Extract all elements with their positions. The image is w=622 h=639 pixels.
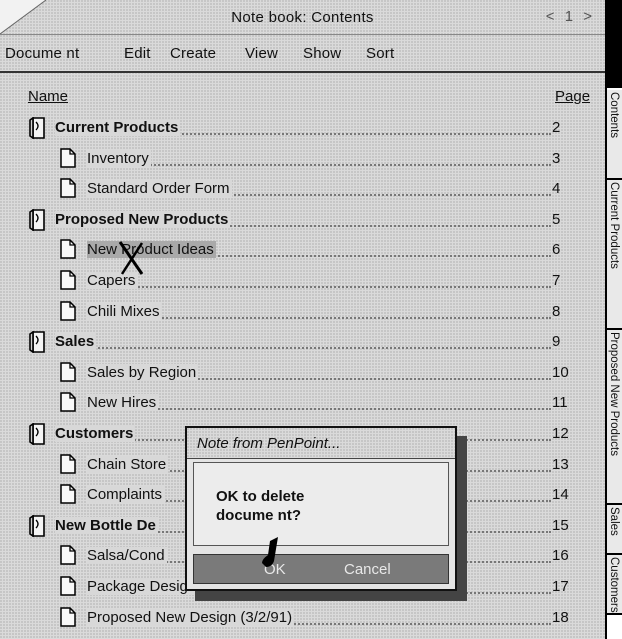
dialog-message-box: OK to delete docume nt?: [193, 462, 449, 546]
menu-create[interactable]: Create: [170, 45, 216, 62]
section-tabs: Contents Current Products Proposed New Pro…: [605, 0, 622, 639]
document-label: Chili Mixes: [87, 303, 162, 320]
pen-cursor-icon: [262, 537, 278, 567]
document-icon: [60, 454, 78, 476]
page-number: 3: [552, 150, 561, 167]
dot-leader: [87, 164, 551, 166]
menu-edit[interactable]: Edit: [124, 45, 151, 62]
document-icon: [60, 607, 78, 629]
title-bar[interactable]: Note book: Contents < 1 >: [0, 0, 605, 35]
document-row[interactable]: Capers 7: [0, 266, 605, 296]
notebook-section-icon: [28, 514, 46, 538]
page-number: 18: [552, 609, 569, 626]
section-tab-label: Proposed New Products: [608, 332, 620, 457]
page-number: 10: [552, 364, 569, 381]
page-number: 14: [552, 486, 569, 503]
document-row[interactable]: New Hires 11: [0, 388, 605, 418]
document-icon: [60, 270, 78, 292]
dialog-message: OK to delete docume nt?: [216, 488, 305, 524]
section-row[interactable]: Current Products 2: [0, 113, 605, 143]
note-dialog: Note from PenPoint... OK to delete docum…: [185, 426, 457, 591]
section-tab-label: Sales: [608, 507, 620, 536]
notebook-section-icon: [28, 208, 46, 232]
document-label: Complaints: [87, 486, 165, 503]
document-row[interactable]: Chili Mixes 8: [0, 297, 605, 327]
menu-view[interactable]: View: [245, 45, 278, 62]
document-icon: [60, 301, 78, 323]
section-tab[interactable]: Sales: [607, 505, 622, 555]
document-row[interactable]: Sales by Region 10: [0, 358, 605, 388]
document-label: Standard Order Form: [87, 180, 232, 197]
section-tab-label: Customers: [608, 557, 620, 613]
section-label: Sales: [55, 333, 97, 350]
cancel-button[interactable]: Cancel: [344, 561, 391, 578]
tab-strip-top: [607, 0, 622, 88]
page-number: 7: [552, 272, 561, 289]
page-number: 15: [552, 517, 569, 534]
document-row[interactable]: Proposed New Design (3/2/91) 18: [0, 603, 605, 633]
window-title: Note book: Contents: [231, 9, 374, 26]
page-number: 17: [552, 578, 569, 595]
dot-leader: [87, 286, 551, 288]
notebook-section-icon: [28, 116, 46, 140]
document-label: Chain Store: [87, 456, 169, 473]
section-tab[interactable]: Proposed New Products: [607, 330, 622, 505]
document-icon: [60, 148, 78, 170]
document-icon: [60, 362, 78, 384]
document-icon: [60, 239, 78, 261]
page-number: 8: [552, 303, 561, 320]
dialog-button-bar: OK Cancel: [193, 554, 449, 584]
document-label: New Hires: [87, 394, 159, 411]
notebook-section-icon: [28, 422, 46, 446]
document-icon: [60, 545, 78, 567]
section-label: New Bottle De: [55, 517, 158, 534]
page-number: 16: [552, 547, 569, 564]
menu-document[interactable]: Docume nt: [5, 45, 79, 62]
document-label: Proposed New Design (3/2/91): [87, 609, 295, 626]
section-label: Customers: [55, 425, 136, 442]
page-number: 2: [552, 119, 561, 136]
menu-bar: Docume nt Edit Create View Show Sort: [0, 35, 605, 73]
section-tab-label: Contents: [608, 92, 620, 139]
dot-leader: [55, 347, 551, 349]
document-row[interactable]: Standard Order Form 4: [0, 174, 605, 204]
document-icon: [60, 392, 78, 414]
document-label: Sales by Region: [87, 364, 199, 381]
page-number: 12: [552, 425, 569, 442]
column-header-page[interactable]: Page: [555, 88, 590, 105]
page-number: 9: [552, 333, 561, 350]
section-row[interactable]: Proposed New Products 5: [0, 205, 605, 235]
page-number: 4: [552, 180, 561, 197]
page-number: 5: [552, 211, 561, 228]
dialog-title: Note from PenPoint...: [197, 435, 341, 452]
page-indicator[interactable]: < 1 >: [546, 8, 595, 25]
document-icon: [60, 178, 78, 200]
column-header-name[interactable]: Name: [28, 88, 68, 105]
document-label: New Product Ideas: [87, 241, 216, 258]
menu-show[interactable]: Show: [303, 45, 341, 62]
dialog-title-bar: Note from PenPoint...: [187, 428, 455, 459]
section-tab-label: Current Products: [608, 182, 620, 269]
menu-sort[interactable]: Sort: [366, 45, 394, 62]
page-number: 13: [552, 456, 569, 473]
document-label: Inventory: [87, 150, 151, 167]
document-icon: [60, 576, 78, 598]
section-row[interactable]: Sales 9: [0, 327, 605, 357]
section-tab[interactable]: Contents: [607, 90, 622, 180]
section-label: Proposed New Products: [55, 211, 231, 228]
notebook-section-icon: [28, 330, 46, 354]
document-icon: [60, 484, 78, 506]
document-row[interactable]: Inventory 3: [0, 144, 605, 174]
page-number: 11: [552, 394, 568, 411]
delete-gesture-mark: [118, 241, 144, 275]
section-tab[interactable]: Customers: [607, 555, 622, 615]
page-number: 6: [552, 241, 561, 258]
section-tab[interactable]: Current Products: [607, 180, 622, 330]
section-label: Current Products: [55, 119, 181, 136]
document-label: Salsa/Cond: [87, 547, 167, 564]
document-row[interactable]: New Product Ideas 6: [0, 235, 605, 265]
